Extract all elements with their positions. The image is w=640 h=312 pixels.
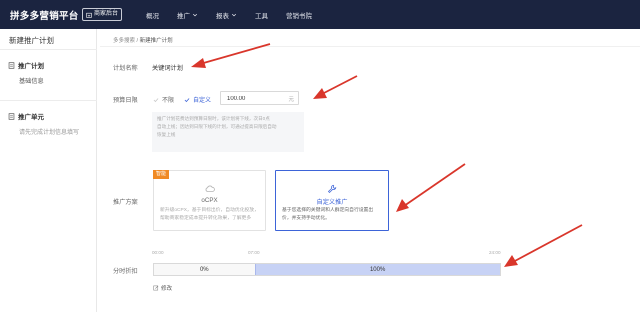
sidebar-unit-hint: 请先完成计划信息填写 <box>19 130 80 136</box>
cloud-icon <box>205 185 215 192</box>
time-segment-off-label: 0% <box>199 267 209 273</box>
nav-academy-label: 营销书院 <box>286 13 312 20</box>
scheme-custom-desc: 基于您选择的关键词和人群定向自行设置出 价，并支持手动优化。 <box>282 207 384 223</box>
breadcrumb-divider <box>100 46 640 47</box>
scheme-card-ocpx[interactable]: 智能 oCPX 新升级oCPX，基于目标出价，自动优化投放， 帮助商家稳定成本提… <box>153 170 266 231</box>
annotation-arrowhead <box>313 88 327 99</box>
nav-overview[interactable]: 概况 <box>146 10 159 20</box>
annotation-arrow-time-discount <box>512 224 583 263</box>
budget-amount-input[interactable] <box>227 94 287 103</box>
budget-amount-field[interactable]: 元 <box>220 91 299 105</box>
check-icon <box>153 97 159 102</box>
budget-option-custom-label: 自定义 <box>193 98 212 104</box>
time-tick-mid: 07:00 <box>248 250 260 255</box>
time-tick-start: 00:00 <box>152 250 164 255</box>
budget-tip-line: 恢复上线 <box>157 132 176 137</box>
annotation-arrowhead <box>396 199 409 212</box>
nav-reports-label: 报表 <box>216 13 229 20</box>
sidebar-group-unit[interactable]: 推广单元 <box>8 111 44 121</box>
nav-academy[interactable]: 营销书院 <box>286 10 312 20</box>
store-backend-button[interactable]: 商家后台 <box>82 8 123 21</box>
sidebar-group-plan[interactable]: 推广计划 <box>8 60 44 70</box>
budget-label: 预算日限 <box>113 97 138 104</box>
budget-option-unlimited-label: 不限 <box>162 98 175 104</box>
nav-promotion[interactable]: 推广 <box>177 10 198 20</box>
brand-logo-text: 拼多多营销平台 <box>10 11 79 22</box>
time-discount-bar[interactable]: 0% 100% <box>153 263 501 276</box>
sidebar-divider <box>0 49 97 50</box>
budget-tip: 推广计划花费达到预算日限时，该计划将下线，次日0点 自动上线；因达到日限下线的计… <box>152 112 304 152</box>
scheme-desc-line: 帮助商家稳定成本提升转化效果，了解更多 <box>160 216 252 221</box>
sidebar: 新建推广计划 推广计划 基础信息 推广单元 请先完成计划信息填写 <box>0 29 97 312</box>
breadcrumb-current: 新建推广计划 <box>139 38 173 44</box>
scheme-ocpx-desc: 新升级oCPX，基于目标出价，自动优化投放， 帮助商家稳定成本提升转化效果，了解… <box>160 207 261 223</box>
scheme-desc-line: 价，并支持手动优化。 <box>282 216 330 221</box>
time-tick-end: 24:00 <box>489 250 501 255</box>
sidebar-divider <box>0 100 97 101</box>
smart-badge: 智能 <box>153 170 170 179</box>
sidebar-item-basic-info[interactable]: 基础信息 <box>19 76 44 85</box>
wrench-icon <box>327 184 337 194</box>
budget-tip-line: 自动上线；因达到日限下线的计划，可通过提高日限后自动 <box>157 124 277 129</box>
nav-reports[interactable]: 报表 <box>216 10 237 20</box>
scheme-custom-title: 自定义推广 <box>316 199 348 206</box>
annotation-arrowhead <box>191 58 206 68</box>
scheme-label: 推广方案 <box>113 199 138 206</box>
chevron-down-icon <box>231 13 237 17</box>
edit-icon <box>153 285 159 291</box>
sidebar-group-unit-label: 推广单元 <box>18 114 44 121</box>
breadcrumb-parent[interactable]: 多多搜索 <box>113 38 135 44</box>
budget-tip-line: 推广计划花费达到预算日限时，该计划将下线，次日0点 <box>157 116 270 121</box>
nav-tools-label: 工具 <box>255 13 268 20</box>
scheme-card-custom[interactable]: 自定义推广 基于您选择的关键词和人群定向自行设置出 价，并支持手动优化。 <box>275 170 389 231</box>
sidebar-title: 新建推广计划 <box>9 36 54 45</box>
scheme-desc-line: 基于您选择的关键词和人群定向自行设置出 <box>282 208 374 213</box>
time-edit-label: 修改 <box>161 286 173 292</box>
budget-option-unlimited[interactable]: 不限 <box>153 95 174 104</box>
scheme-ocpx-title: oCPX <box>201 197 218 204</box>
plan-name-value[interactable]: 关键词计划 <box>152 63 183 72</box>
store-icon <box>86 12 92 18</box>
annotation-arrow-plan-name <box>199 43 271 65</box>
annotation-arrow-budget <box>321 75 358 95</box>
plan-name-label: 计划名称 <box>113 65 138 72</box>
time-segment-on-label: 100% <box>369 267 386 273</box>
breadcrumb: 多多搜索 / 新建推广计划 <box>113 36 173 44</box>
document-icon <box>8 61 15 69</box>
top-nav-bar: 拼多多营销平台 商家后台 概况 推广 报表 工具 营销书院 <box>0 0 640 29</box>
time-discount-label: 分时折扣 <box>113 268 138 275</box>
document-icon <box>8 112 15 120</box>
check-icon <box>184 97 190 102</box>
budget-unit: 元 <box>288 97 294 103</box>
annotation-arrowhead <box>504 255 518 267</box>
budget-option-custom[interactable]: 自定义 <box>184 95 211 104</box>
nav-tools[interactable]: 工具 <box>255 10 268 20</box>
store-backend-label: 商家后台 <box>94 11 119 17</box>
annotation-arrow-scheme <box>403 163 466 207</box>
nav-promotion-label: 推广 <box>177 13 190 20</box>
chevron-down-icon <box>192 13 198 17</box>
time-edit-button[interactable]: 修改 <box>153 284 172 292</box>
scheme-desc-line: 新升级oCPX，基于目标出价，自动优化投放， <box>160 208 259 213</box>
sidebar-group-plan-label: 推广计划 <box>18 63 44 70</box>
nav-overview-label: 概况 <box>146 13 159 20</box>
